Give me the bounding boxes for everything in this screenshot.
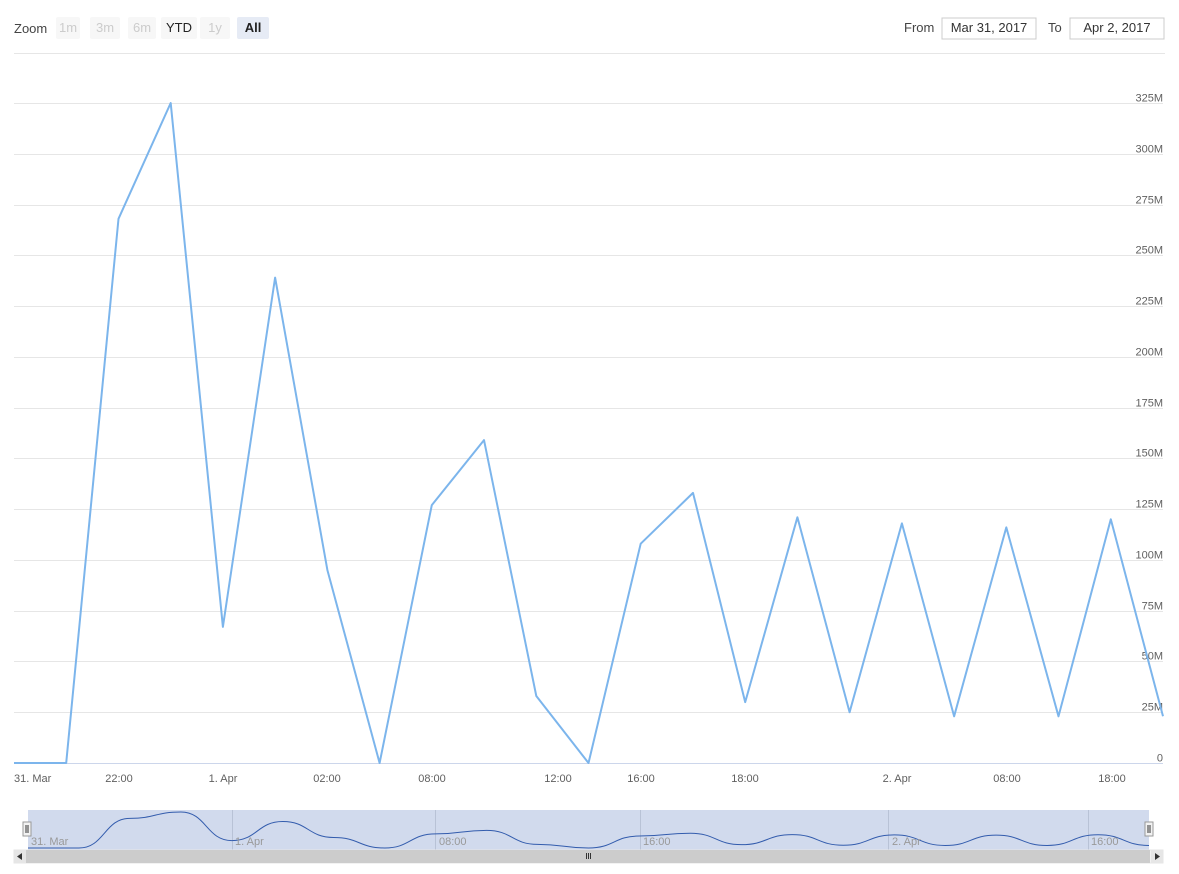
x-tick-label: 22:00 — [105, 773, 133, 785]
from-date-input[interactable]: Mar 31, 2017 — [941, 17, 1037, 40]
y-tick-label: 100M — [1135, 550, 1163, 562]
from-label: From — [904, 20, 934, 35]
zoom-button-ytd[interactable]: YTD — [161, 17, 197, 39]
zoom-button-1y[interactable]: 1y — [200, 17, 230, 39]
y-tick-label: 175M — [1135, 398, 1163, 410]
zoom-label: Zoom — [14, 21, 47, 36]
navigator-x-label: 2. Apr — [892, 836, 921, 848]
zoom-button-3m[interactable]: 3m — [90, 17, 120, 39]
zoom-button-label: 3m — [96, 20, 114, 35]
navigator-x-label: 31. Mar — [31, 836, 69, 848]
stock-chart: Zoom 1m 3m 6m YTD 1y All From Mar 31, 2017 To… — [13, 17, 1165, 864]
zoom-button-label: 6m — [133, 20, 151, 35]
navigator-x-label: 08:00 — [439, 836, 467, 848]
x-tick-label: 12:00 — [544, 773, 572, 785]
y-tick-label: 325M — [1135, 93, 1163, 105]
zoom-button-label: 1y — [208, 20, 222, 35]
x-axis: 31. Mar 22:00 1. Apr 02:00 08:00 12:00 16:00 18… — [14, 773, 1126, 785]
y-tick-label: 300M — [1135, 144, 1163, 156]
y-tick-label: 50M — [1142, 651, 1163, 663]
y-tick-label: 225M — [1135, 296, 1163, 308]
x-tick-label: 02:00 — [313, 773, 341, 785]
navigator-x-label: 16:00 — [1091, 836, 1119, 848]
navigator-handle-left[interactable] — [22, 821, 32, 837]
x-tick-label: 16:00 — [627, 773, 655, 785]
to-date-input[interactable]: Apr 2, 2017 — [1069, 17, 1165, 40]
series-line — [14, 102, 1164, 764]
scroll-right-arrow[interactable] — [1151, 850, 1163, 863]
zoom-button-1m[interactable]: 1m — [56, 17, 80, 39]
series-group — [14, 102, 1164, 764]
scroll-left-arrow[interactable] — [14, 850, 26, 863]
y-tick-label: 250M — [1135, 245, 1163, 257]
navigator[interactable]: 31. Mar 1. Apr 08:00 16:00 2. Apr 16:00 — [13, 810, 1164, 864]
zoom-button-6m[interactable]: 6m — [128, 17, 156, 39]
x-tick-label: 2. Apr — [883, 773, 912, 785]
navigator-handle-right[interactable] — [1144, 821, 1154, 837]
zoom-button-all[interactable]: All — [237, 17, 269, 39]
navigator-scrollbar[interactable] — [13, 849, 1164, 864]
x-tick-label: 31. Mar — [14, 773, 52, 785]
zoom-buttons: 1m 3m 6m YTD 1y All — [56, 17, 269, 39]
x-tick-label: 18:00 — [1098, 773, 1126, 785]
zoom-button-label: 1m — [59, 20, 77, 35]
to-label: To — [1048, 20, 1062, 35]
navigator-x-label: 16:00 — [643, 836, 671, 848]
x-tick-label: 08:00 — [993, 773, 1021, 785]
zoom-button-label: All — [245, 20, 262, 35]
y-tick-label: 275M — [1135, 195, 1163, 207]
x-tick-label: 18:00 — [731, 773, 759, 785]
y-tick-label: 125M — [1135, 499, 1163, 511]
y-tick-label: 150M — [1135, 448, 1163, 460]
range-selector: Zoom 1m 3m 6m YTD 1y All From Mar 31, 2017 To… — [14, 17, 1165, 40]
x-tick-label: 1. Apr — [209, 773, 238, 785]
to-date-value: Apr 2, 2017 — [1083, 20, 1150, 35]
x-tick-label: 08:00 — [418, 773, 446, 785]
y-tick-label: 75M — [1142, 601, 1163, 613]
from-date-value: Mar 31, 2017 — [951, 20, 1028, 35]
navigator-x-label: 1. Apr — [235, 836, 264, 848]
y-tick-label: 0 — [1157, 753, 1163, 765]
grid-lines — [14, 103, 1163, 764]
zoom-button-label: YTD — [166, 20, 192, 35]
y-tick-label: 200M — [1135, 347, 1163, 359]
